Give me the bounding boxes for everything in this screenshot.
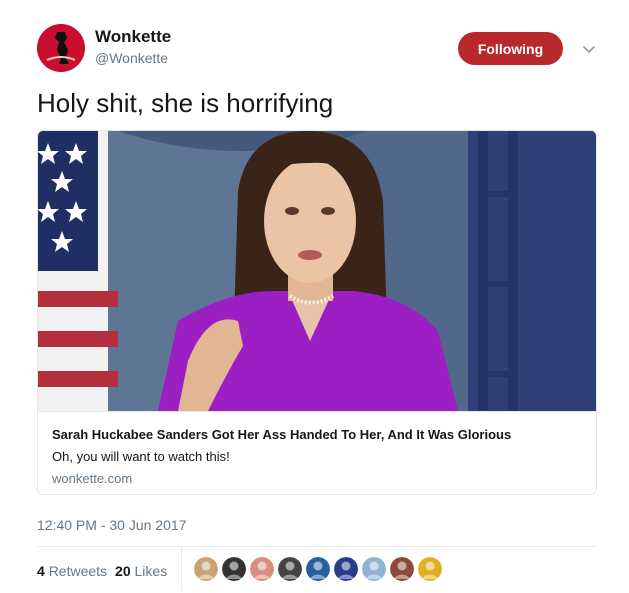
link-card[interactable]: Sarah Huckabee Sanders Got Her Ass Hande… (37, 130, 597, 495)
retweets-stat[interactable]: 4 Retweets (37, 563, 107, 579)
chevron-down-icon[interactable] (580, 40, 598, 58)
likes-count: 20 (115, 563, 131, 579)
tweet: Wonkette @Wonkette Following Holy shit, … (0, 0, 629, 593)
following-button[interactable]: Following (458, 32, 563, 65)
card-image[interactable] (38, 131, 596, 411)
card-title[interactable]: Sarah Huckabee Sanders Got Her Ass Hande… (52, 427, 511, 442)
tweet-timestamp[interactable]: 12:40 PM - 30 Jun 2017 (37, 517, 186, 533)
likes-label: Likes (134, 563, 168, 579)
retweets-label: Retweets (48, 563, 108, 579)
tweet-stats: 4 Retweets 20 Likes (37, 563, 167, 579)
user-avatar-icon[interactable] (278, 557, 302, 581)
user-avatar-icon[interactable] (306, 557, 330, 581)
card-description: Oh, you will want to watch this! (52, 449, 230, 464)
user-avatar-icon[interactable] (250, 557, 274, 581)
author-display-name[interactable]: Wonkette (95, 27, 171, 47)
user-avatar-icon[interactable] (222, 557, 246, 581)
liker-avatars (194, 557, 442, 581)
card-body[interactable]: Sarah Huckabee Sanders Got Her Ass Hande… (38, 411, 596, 494)
user-avatar-icon[interactable] (418, 557, 442, 581)
author-handle[interactable]: @Wonkette (95, 50, 168, 66)
retweets-count: 4 (37, 563, 45, 579)
user-avatar-icon[interactable] (390, 557, 414, 581)
wonkette-logo-icon[interactable] (37, 24, 85, 72)
user-avatar-icon[interactable] (334, 557, 358, 581)
divider (37, 546, 597, 547)
user-avatar-icon[interactable] (362, 557, 386, 581)
card-domain: wonkette.com (52, 471, 133, 486)
tweet-text: Holy shit, she is horrifying (37, 88, 334, 118)
stats-divider (181, 547, 182, 591)
likes-stat[interactable]: 20 Likes (115, 563, 167, 579)
user-avatar-icon[interactable] (194, 557, 218, 581)
